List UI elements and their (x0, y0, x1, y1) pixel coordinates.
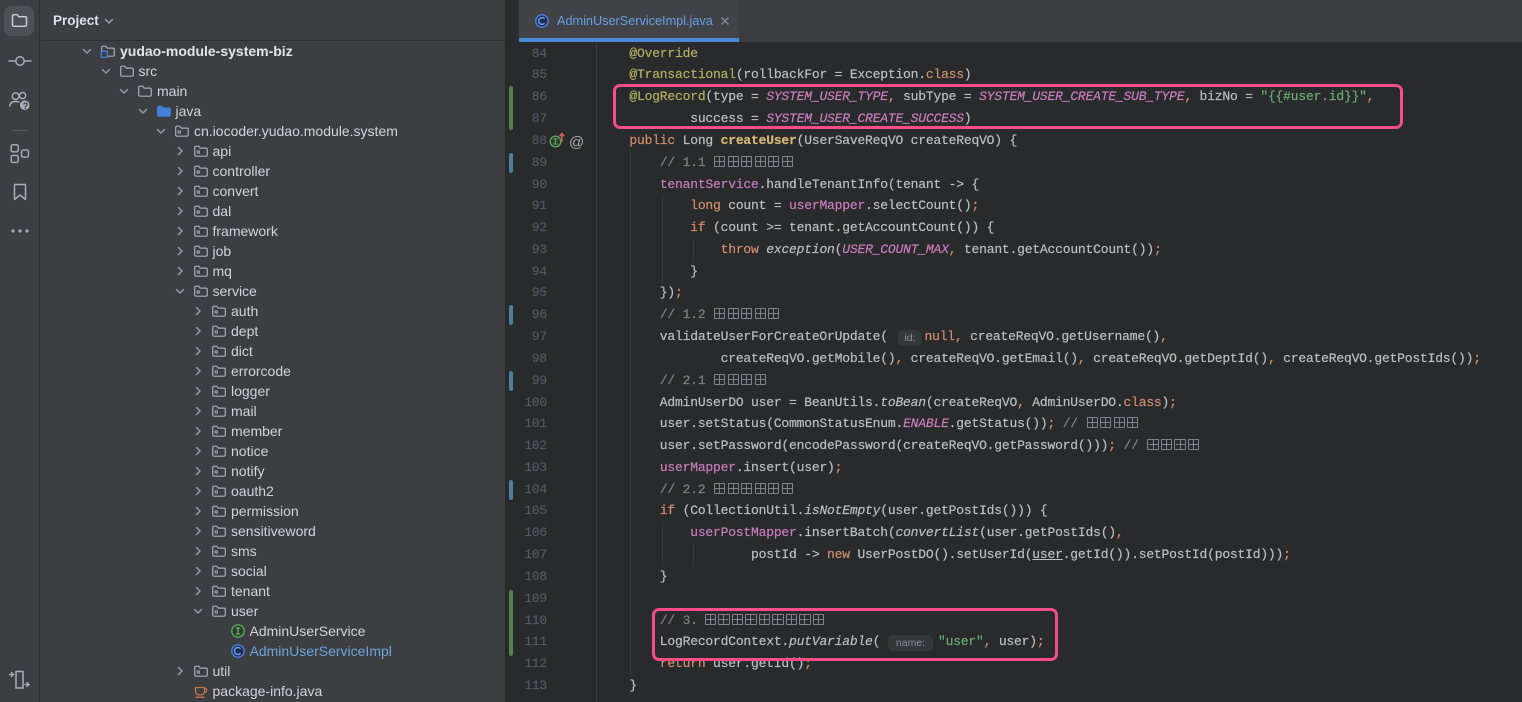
svg-text:@: @ (569, 134, 584, 151)
svg-text:?: ? (23, 101, 29, 111)
